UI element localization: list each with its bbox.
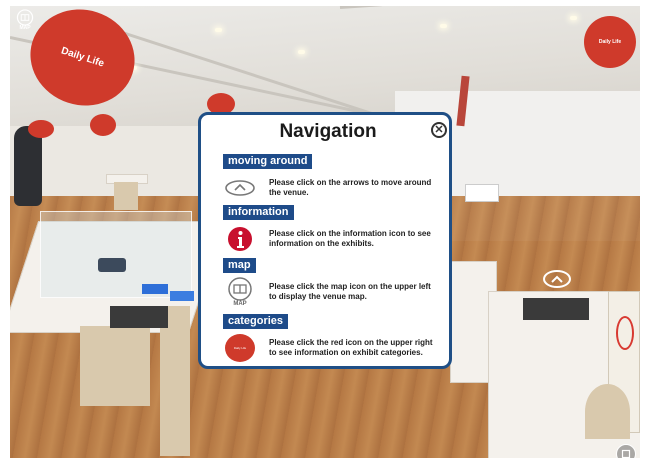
section-information: information Please click on the informat… xyxy=(223,202,438,255)
chevron-up-icon xyxy=(551,275,563,283)
fullscreen-icon xyxy=(621,449,631,458)
red-cord xyxy=(616,316,634,350)
exhibit-item xyxy=(98,258,126,272)
section-categories: categories Daily Life Please click the r… xyxy=(223,311,438,364)
map-button[interactable]: MAP xyxy=(14,9,36,31)
arrow-up-icon xyxy=(223,172,257,204)
ceiling-light xyxy=(570,16,577,20)
close-icon: ✕ xyxy=(434,123,444,136)
section-heading: map xyxy=(223,258,256,273)
close-button[interactable]: ✕ xyxy=(431,122,447,138)
section-text: Please click the red icon on the upper r… xyxy=(269,338,433,357)
map-icon: MAP xyxy=(223,276,257,308)
ceiling-light xyxy=(298,50,305,54)
exhibit-item xyxy=(142,284,168,294)
ceiling-light xyxy=(440,24,447,28)
section-moving-around: moving around Please click on the arrows… xyxy=(223,151,438,204)
move-arrow-button[interactable] xyxy=(543,270,571,288)
category-badge-button[interactable]: Daily Life xyxy=(584,16,636,68)
category-icon: Daily Life xyxy=(223,332,257,364)
section-map: map MAP Please click the map icon on the… xyxy=(223,255,438,308)
exhibit-item xyxy=(465,184,499,202)
map-button-label: MAP xyxy=(19,25,31,31)
table-leg xyxy=(80,326,150,406)
section-heading: categories xyxy=(223,314,289,329)
section-heading: information xyxy=(223,205,294,220)
table-leg xyxy=(160,306,190,456)
category-balloon-label: Daily Life xyxy=(59,45,106,70)
info-icon xyxy=(223,223,257,255)
section-text: Please click on the information icon to … xyxy=(269,229,431,248)
glass-case xyxy=(40,211,192,298)
map-icon-label: MAP xyxy=(233,301,247,307)
ceiling-light xyxy=(215,28,222,32)
mannequin-exhibit xyxy=(14,126,42,206)
section-text: Please click on the arrows to move aroun… xyxy=(269,178,432,197)
dialog-title: Navigation xyxy=(279,121,377,142)
exhibit-item xyxy=(170,291,194,301)
section-text: Please click the map icon on the upper l… xyxy=(269,282,431,301)
display-stand xyxy=(585,384,630,439)
info-plaque xyxy=(110,306,168,328)
table-leg xyxy=(114,182,138,210)
category-icon-label: Daily Life xyxy=(233,346,247,350)
category-badge-label: Daily Life xyxy=(598,39,622,45)
navigation-dialog: Navigation ✕ moving around Please click … xyxy=(198,112,452,369)
info-plaque xyxy=(523,298,589,320)
map-icon xyxy=(16,9,34,26)
category-balloon[interactable] xyxy=(90,114,116,136)
category-balloon[interactable] xyxy=(28,120,54,138)
section-heading: moving around xyxy=(223,154,313,169)
fullscreen-button[interactable] xyxy=(616,444,636,458)
